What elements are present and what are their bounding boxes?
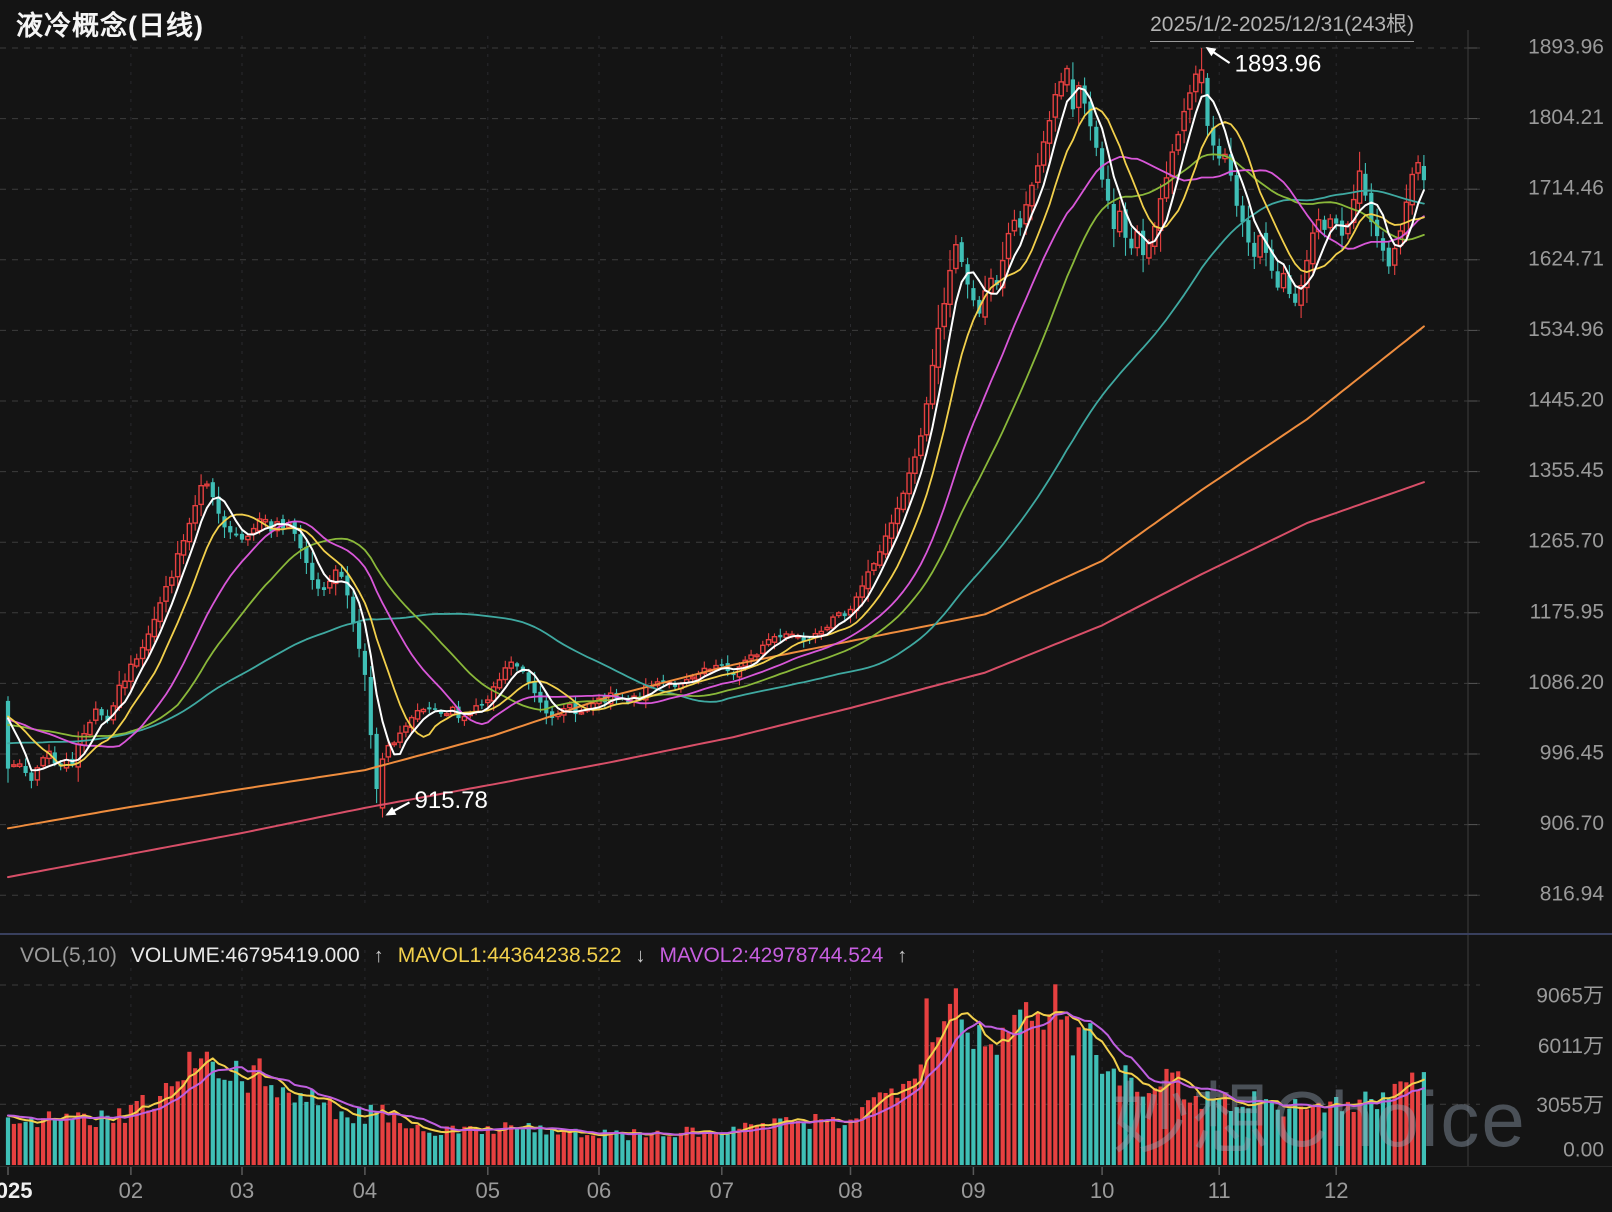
volume-up-arrow-icon: ↑	[374, 945, 384, 968]
time-axis-label: 04	[353, 1178, 377, 1203]
time-axis-label: 05	[476, 1178, 500, 1203]
mavol2-value-label: MAVOL2:42978744.524	[660, 944, 884, 968]
mavol2-up-arrow-icon: ↑	[897, 945, 907, 968]
volume-indicator-header: VOL(5,10) VOLUME:46795419.000 ↑ MAVOL1:4…	[20, 944, 907, 968]
price-axis-label: 1086.20	[1528, 671, 1604, 694]
volume-axis-label: 9065万	[1536, 985, 1604, 1008]
volume-value-label: VOLUME:46795419.000	[131, 944, 360, 968]
price-axis-label: 816.94	[1540, 883, 1605, 906]
low-annotation: 915.78	[415, 787, 488, 814]
chart-canvas: 1893.96 1804.21 1714.46 1624.71 1534.96 1445.…	[0, 0, 1612, 1212]
pane-separator	[0, 933, 1612, 935]
time-axis-label: 03	[230, 1178, 254, 1203]
volume-axis-label: 3055万	[1536, 1094, 1604, 1117]
price-axis-label: 1893.96	[1528, 36, 1604, 59]
price-axis-label: 1624.71	[1528, 247, 1604, 270]
time-axis-label: 2025	[0, 1178, 32, 1203]
price-axis-label: 1175.95	[1530, 600, 1604, 623]
mavol1-down-arrow-icon: ↓	[636, 945, 646, 968]
volume-axis-label: 6011万	[1538, 1035, 1604, 1058]
price-axis-label: 1355.45	[1528, 459, 1604, 482]
price-axis-label: 996.45	[1540, 742, 1604, 765]
mavol1-value-label: MAVOL1:44364238.522	[398, 944, 622, 968]
price-axis-label: 1804.21	[1528, 106, 1604, 129]
time-axis-label: 11	[1208, 1178, 1231, 1203]
time-axis-label: 09	[961, 1178, 985, 1203]
price-axis-label: 1714.46	[1528, 177, 1604, 200]
volume-axis-label: 0.00	[1563, 1139, 1604, 1162]
stock-chart-app: 1893.96 1804.21 1714.46 1624.71 1534.96 1445.…	[0, 0, 1612, 1212]
price-axis-label: 1445.20	[1528, 389, 1604, 412]
time-axis-label: 06	[587, 1178, 611, 1203]
time-axis-label: 10	[1090, 1178, 1114, 1203]
vol-params-label: VOL(5,10)	[20, 944, 117, 968]
time-axis-label: 08	[838, 1178, 862, 1203]
price-axis-label: 1534.96	[1528, 318, 1604, 341]
price-axis-label: 906.70	[1540, 812, 1604, 835]
time-axis-label: 12	[1324, 1178, 1348, 1203]
date-range-link[interactable]: 2025/1/2-2025/12/31(243根)	[1150, 8, 1414, 42]
price-axis-label: 1265.70	[1528, 530, 1604, 553]
watermark: 妙想Choice	[1112, 1075, 1527, 1163]
page-title: 液冷概念(日线)	[16, 4, 204, 43]
time-axis-label: 07	[710, 1178, 734, 1203]
high-annotation: 1893.96	[1235, 50, 1322, 77]
time-axis-label: 02	[119, 1178, 143, 1203]
